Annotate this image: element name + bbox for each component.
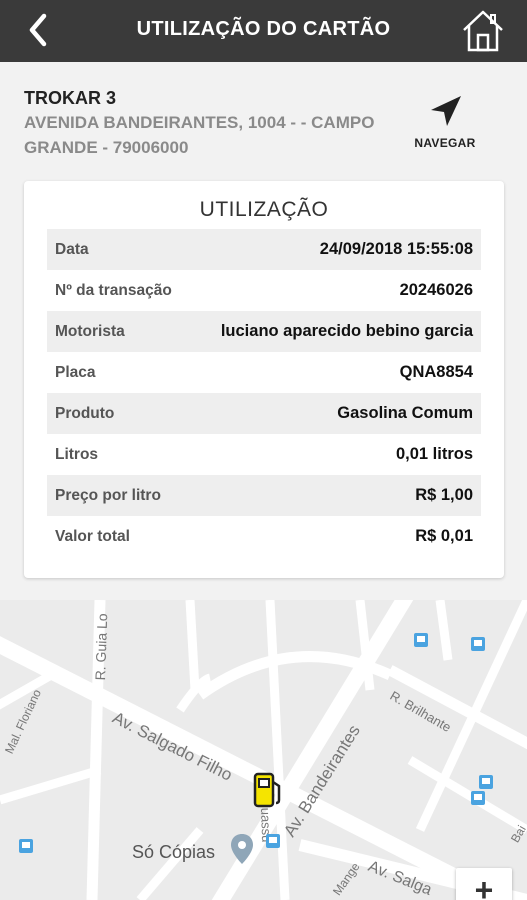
row-transaction: Nº da transação 20246026: [47, 270, 481, 311]
navigate-label: NAVEGAR: [414, 136, 476, 150]
page-title: UTILIZAÇÃO DO CARTÃO: [136, 18, 391, 40]
row-value: QNA8854: [399, 363, 473, 381]
poi-label: Só Cópias: [132, 842, 216, 862]
row-value: R$ 1,00: [415, 486, 473, 504]
navigation-arrow-icon: [431, 96, 461, 126]
bus-stop-icon: [471, 637, 485, 651]
top-app-bar: UTILIZAÇÃO DO CARTÃO: [0, 0, 527, 62]
row-liters: Litros 0,01 litros: [47, 434, 481, 475]
station-name: TROKAR 3: [24, 88, 117, 108]
row-label: Preço por litro: [55, 486, 161, 504]
bus-stop-icon: [19, 839, 33, 853]
row-value: R$ 0,01: [415, 527, 473, 545]
map-streets: [0, 600, 527, 900]
row-date: Data 24/09/2018 15:55:08: [47, 229, 481, 270]
station-info: TROKAR 3 AVENIDA BANDEIRANTES, 1004 - - …: [0, 62, 527, 172]
home-icon: [463, 10, 503, 52]
bus-stop-icon: [414, 633, 428, 647]
location-pin-icon: [231, 834, 253, 864]
station-address: AVENIDA BANDEIRANTES, 1004 - - CAMPO GRA…: [24, 113, 375, 157]
row-driver: Motorista luciano aparecido bebino garci…: [47, 311, 481, 352]
home-button[interactable]: [461, 8, 505, 54]
bus-stop-icon: [266, 834, 280, 848]
row-label: Placa: [55, 363, 96, 381]
row-label: Produto: [55, 404, 115, 422]
usage-table: Data 24/09/2018 15:55:08 Nº da transação…: [47, 229, 481, 557]
row-label: Nº da transação: [55, 281, 172, 299]
row-value: 0,01 litros: [395, 445, 473, 463]
row-label: Motorista: [55, 322, 125, 340]
bus-stop-icon: [479, 775, 493, 789]
fuel-pump-icon[interactable]: [253, 772, 283, 808]
row-label: Data: [55, 240, 89, 258]
row-product: Produto Gasolina Comum: [47, 393, 481, 434]
map-view[interactable]: R. Guia Lo Av. Salgado Filho Av. Bandeir…: [0, 600, 527, 900]
usage-card: UTILIZAÇÃO Data 24/09/2018 15:55:08 Nº d…: [24, 181, 504, 578]
zoom-in-button[interactable]: +: [456, 868, 512, 900]
row-price-per-liter: Preço por litro R$ 1,00: [47, 475, 481, 516]
row-total: Valor total R$ 0,01: [47, 516, 481, 557]
row-label: Valor total: [55, 527, 130, 545]
row-label: Litros: [55, 445, 99, 463]
row-plate: Placa QNA8854: [47, 352, 481, 393]
row-value: 20246026: [399, 281, 473, 299]
row-value: Gasolina Comum: [337, 404, 473, 422]
street-label: R. Guia Lo: [92, 613, 111, 681]
navigate-button[interactable]: NAVEGAR: [402, 94, 488, 156]
row-value: luciano aparecido bebino garcia: [220, 322, 473, 340]
bus-stop-icon: [471, 791, 485, 805]
usage-title: UTILIZAÇÃO: [199, 198, 329, 221]
row-value: 24/09/2018 15:55:08: [319, 240, 473, 258]
